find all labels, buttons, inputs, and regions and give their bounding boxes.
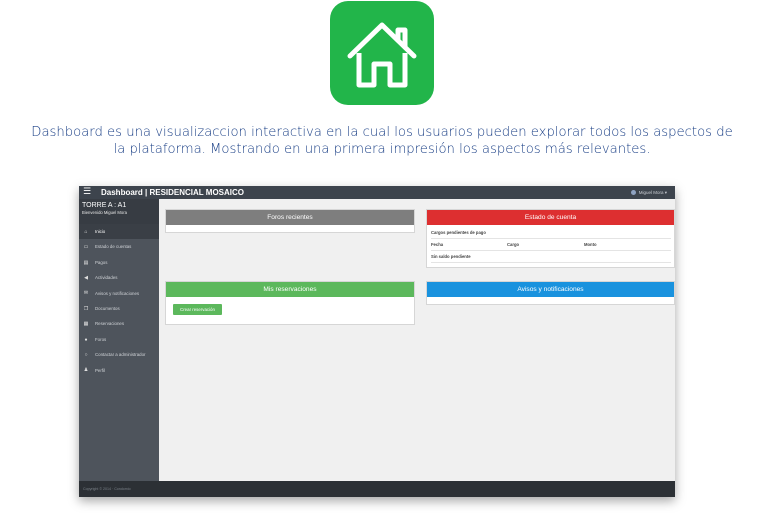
house-icon — [347, 22, 417, 88]
welcome-text: Bienvenido Miguel Mora — [82, 210, 127, 215]
table-header-row: Fecha Cargo Monto — [431, 239, 671, 251]
sidebar-item-label: Reservaciones — [95, 321, 125, 327]
sidebar-item-label: Avisos y notificaciones — [95, 290, 140, 296]
account-table: Cargos pendientes de pago Fecha Cargo Mo… — [431, 227, 671, 263]
sidebar-item-reservaciones[interactable]: ▦ Reservaciones — [79, 316, 159, 331]
top-navbar: ☰ Dashboard | RESIDENCIAL MOSAICO Miguel… — [79, 186, 675, 199]
menu-toggle-icon[interactable]: ☰ — [83, 186, 91, 199]
column-header-cargo: Cargo — [507, 242, 520, 247]
sidebar-item-estado-de-cuentas[interactable]: ▭ Estado de cuentas — [79, 239, 159, 254]
user-avatar-icon — [630, 190, 636, 196]
user-menu[interactable]: Miguel Mora ▾ — [630, 186, 667, 199]
panel-estado-de-cuenta: Estado de cuenta Cargos pendientes de pa… — [426, 209, 675, 268]
panel-title: Mis reservaciones — [166, 282, 414, 297]
sidebar-item-label: Foros — [95, 336, 107, 342]
sidebar-item-label: Pagos — [95, 259, 108, 265]
sidebar-item-documentos[interactable]: ❐ Documentos — [79, 301, 159, 316]
money-icon: ▭ — [83, 244, 89, 251]
column-header-monto: Monto — [584, 242, 597, 247]
files-icon: ❐ — [83, 305, 89, 312]
user-icon: ♟ — [83, 367, 89, 374]
sidebar-item-label: Documentos — [95, 305, 120, 311]
footer: Copyright © 2014 · Condomio — [79, 481, 675, 497]
panel-title: Foros recientes — [166, 210, 414, 225]
sidebar-item-label: Actividades — [95, 275, 118, 281]
sidebar-item-foros[interactable]: ● Foros — [79, 332, 159, 347]
sidebar-item-label: Inicio — [95, 229, 106, 234]
envelope-icon: ✉ — [83, 290, 89, 297]
copyright-text: Copyright © 2014 · Condomio — [83, 487, 131, 491]
sidebar-item-contactar[interactable]: ○ Contactar a administrador — [79, 347, 159, 362]
dashboard-screenshot: ☰ Dashboard | RESIDENCIAL MOSAICO Miguel… — [79, 186, 675, 497]
card-icon: ▤ — [83, 259, 89, 266]
column-header-fecha: Fecha — [431, 242, 444, 247]
sidebar-header: TORRE A : A1 Bienvenido Miguel Mora — [79, 199, 159, 224]
sidebar-item-label: Estado de cuentas — [95, 244, 132, 250]
panel-title: Estado de cuenta — [427, 210, 674, 225]
empty-balance-text: Sin saldo pendiente — [431, 251, 671, 263]
panel-avisos-notificaciones: Avisos y notificaciones — [426, 281, 675, 305]
sidebar-item-avisos[interactable]: ✉ Avisos y notificaciones — [79, 286, 159, 301]
brand-title[interactable]: Dashboard | RESIDENCIAL MOSAICO — [101, 186, 244, 199]
comments-icon: ● — [84, 336, 88, 343]
app-logo — [330, 1, 434, 105]
sidebar-item-pagos[interactable]: ▤ Pagos — [79, 255, 159, 270]
create-reservation-button[interactable]: Crear reservación — [173, 304, 222, 315]
intro-line-2: la plataforma. Mostrando en una primera … — [113, 142, 651, 157]
panel-mis-reservaciones: Mis reservaciones Crear reservación — [165, 281, 415, 325]
sidebar-item-inicio[interactable]: ⌂ Inicio — [79, 224, 159, 240]
unit-title: TORRE A : A1 — [82, 202, 127, 209]
sidebar-item-perfil[interactable]: ♟ Perfil — [79, 363, 159, 378]
panel-title: Avisos y notificaciones — [427, 282, 674, 297]
user-menu-label: Miguel Mora ▾ — [638, 190, 667, 195]
intro-text: Dashboard es una visualizaccion interact… — [0, 124, 764, 158]
sidebar-item-label: Perfil — [95, 367, 106, 373]
pending-section-label: Cargos pendientes de pago — [431, 227, 671, 239]
panel-foros-recientes: Foros recientes — [165, 209, 415, 233]
calendar-icon: ▦ — [83, 321, 89, 328]
megaphone-icon: ◀ — [84, 275, 88, 282]
intro-line-1: Dashboard es una visualizaccion interact… — [31, 125, 733, 140]
sidebar: TORRE A : A1 Bienvenido Miguel Mora ⌂ Ini… — [79, 199, 159, 481]
chat-icon: ○ — [84, 351, 88, 358]
sidebar-item-label: Contactar a administrador — [95, 352, 146, 358]
sidebar-item-actividades[interactable]: ◀ Actividades — [79, 270, 159, 285]
home-icon: ⌂ — [84, 228, 88, 235]
